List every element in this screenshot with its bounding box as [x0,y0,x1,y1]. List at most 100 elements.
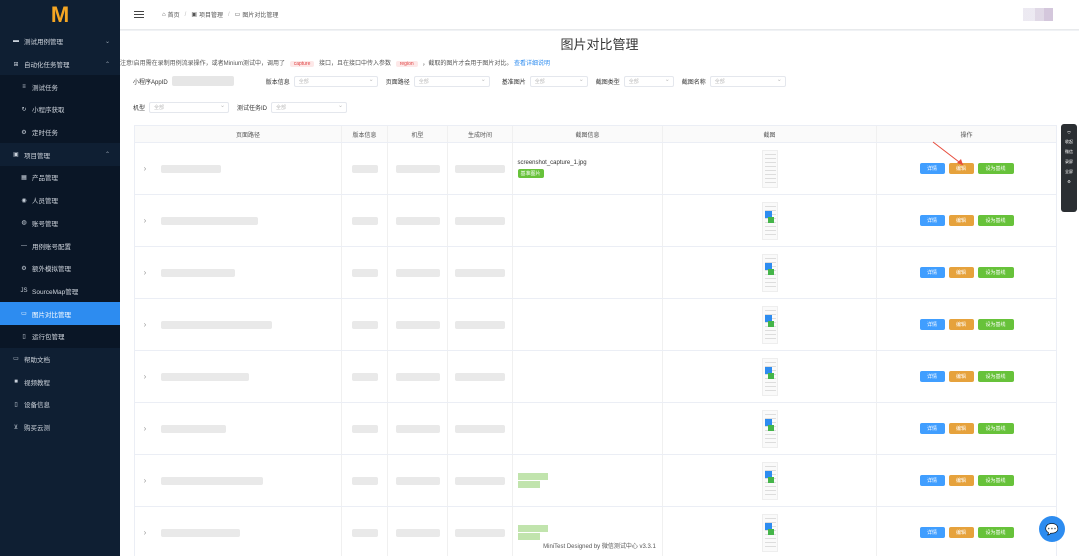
edit-button[interactable]: 编辑 [948,267,974,278]
edit-button[interactable]: 编辑 [948,423,974,434]
edit-button[interactable]: 编辑 [948,319,974,330]
page-path-value [161,268,235,277]
expand-icon[interactable]: › [144,216,147,225]
edit-button[interactable]: 编辑 [948,527,974,538]
edit-button[interactable]: 编辑 [948,371,974,382]
expand-icon[interactable]: › [144,320,147,329]
set-baseline-button[interactable]: 设为基线 [977,267,1014,278]
sidebar-item-17[interactable]: ⊻ 购买云测 [0,416,120,439]
set-baseline-button[interactable]: 设为基线 [977,527,1014,538]
sidebar-item-10[interactable]: ⚙ 额外模拟管理 [0,256,120,280]
chat-icon[interactable]: 💬 [1039,516,1065,542]
model-value [395,320,440,329]
filter-row-1: 小程序AppID 版本信息 全部 页面路径 全部 基准图片 全部 截图类型 全部… [133,75,1059,87]
hamburger-menu-icon[interactable] [134,9,144,21]
sidebar-item-9[interactable]: — 用例账号配置 [0,234,120,257]
set-baseline-button[interactable]: 设为基线 [977,163,1014,174]
app-logo[interactable]: M [0,0,120,30]
expand-icon[interactable]: › [144,268,147,277]
baseline-select[interactable]: 全部 [529,75,588,87]
model-label: 机型 [133,105,146,112]
col-shot: 截图 [663,126,877,142]
sidebar-item-label: 图片对比管理 [32,311,71,319]
sidebar-item-12[interactable]: ▭ 图片对比管理 [0,302,120,325]
sidebar-item-8[interactable]: ◍ 账号管理 [0,211,120,235]
sidebar-item-1[interactable]: ⊞ 自动化任务管理 ⌃ [0,53,120,76]
toolbar-item-3[interactable]: 录屏 [1065,159,1073,165]
edit-button[interactable]: 编辑 [948,475,974,486]
page-path-select[interactable]: 全部 [413,75,490,87]
detail-button[interactable]: 详情 [919,267,945,278]
shot-name-select[interactable]: 全部 [709,75,786,87]
table-row: › 详情 编辑 设为基线 [135,195,1056,247]
screenshot-thumbnail[interactable] [761,357,778,396]
user-avatar[interactable] [1023,8,1053,21]
expand-icon[interactable]: › [144,424,147,433]
sidebar-item-6[interactable]: ▦ 产品管理 [0,166,120,189]
expand-icon[interactable]: › [144,476,147,485]
phone-icon: ▯ [22,333,26,340]
detail-button[interactable]: 详情 [919,319,945,330]
set-baseline-button[interactable]: 设为基线 [977,319,1014,330]
set-baseline-button[interactable]: 设为基线 [977,423,1014,434]
sidebar-item-14[interactable]: ▭ 帮助文档 [0,348,120,371]
expand-icon[interactable]: › [144,164,147,173]
settings-icon[interactable]: ⚙ [1067,179,1071,184]
sidebar-item-label: 产品管理 [32,175,58,183]
expand-icon[interactable]: › [144,528,147,537]
breadcrumb-project[interactable]: 项目管理 [199,10,223,19]
toolbar-item-4[interactable]: 全屏 [1065,169,1073,175]
screenshot-thumbnail[interactable] [761,253,778,292]
robot-icon: ⊞ [13,61,19,68]
screenshot-thumbnail[interactable] [761,461,778,500]
task-id-select[interactable]: 全部 [271,101,348,113]
chevron-icon: ⌃ [104,152,110,159]
sidebar-item-label: 设备信息 [24,402,50,410]
note-tag-capture: capture [289,61,315,67]
appid-input[interactable] [171,76,234,86]
sidebar-item-16[interactable]: ▯ 设备信息 [0,393,120,416]
set-baseline-button[interactable]: 设为基线 [977,371,1014,382]
sidebar-item-label: 帮助文档 [24,356,50,364]
screenshot-thumbnail[interactable] [761,201,778,240]
breadcrumb-home[interactable]: 首页 [168,10,180,19]
briefcase-icon: ▣ [13,152,19,159]
model-value [395,164,440,173]
sidebar-item-15[interactable]: ■ 视频教程 [0,370,120,393]
shield-icon[interactable]: ⛉ [1068,130,1071,135]
version-value [351,528,378,537]
home-icon: ⌂ [162,11,166,18]
sidebar-item-3[interactable]: ↻ 小程序获取 [0,98,120,121]
sidebar-item-5[interactable]: ▣ 项目管理 ⌃ [0,143,120,166]
version-value [351,372,378,381]
screenshot-thumbnail[interactable] [761,305,778,344]
set-baseline-button[interactable]: 设为基线 [977,475,1014,486]
detail-button[interactable]: 详情 [919,423,945,434]
settings-icon: ⚙ [21,265,27,272]
page-path-value [161,424,226,433]
toolbar-item-2[interactable]: 微信 [1065,149,1073,155]
sidebar-item-label: 测试任务 [32,84,58,92]
shot-type-select[interactable]: 全部 [623,75,674,87]
expand-icon[interactable]: › [144,372,147,381]
detail-button[interactable]: 详情 [919,475,945,486]
toolbar-item-1[interactable]: 收起 [1065,139,1073,145]
usage-note: 注意!启用需在录制用例流录操作，或者Minium测试中，调用了 capture … [120,58,550,67]
screenshot-thumbnail[interactable] [761,149,778,188]
model-select[interactable]: 全部 [149,101,230,113]
sidebar-item-4[interactable]: ⚙ 定时任务 [0,120,120,144]
sidebar-item-2[interactable]: ≡ 测试任务 [0,75,120,99]
screenshot-thumbnail[interactable] [761,409,778,448]
detail-button[interactable]: 详情 [919,215,945,226]
detail-link[interactable]: 查看详细说明 [514,61,550,67]
sidebar-item-7[interactable]: ◉ 人员管理 [0,188,120,212]
detail-button[interactable]: 详情 [919,527,945,538]
set-baseline-button[interactable]: 设为基线 [977,215,1014,226]
sidebar-item-0[interactable]: ▬ 测试用例管理 ⌄ [0,30,120,53]
list-icon: ≡ [22,83,26,90]
version-select[interactable]: 全部 [293,75,378,87]
edit-button[interactable]: 编辑 [948,215,974,226]
detail-button[interactable]: 详情 [919,371,945,382]
sidebar-item-11[interactable]: JS SourceMap管理 [0,279,120,303]
sidebar-item-13[interactable]: ▯ 运行包管理 [0,324,120,348]
